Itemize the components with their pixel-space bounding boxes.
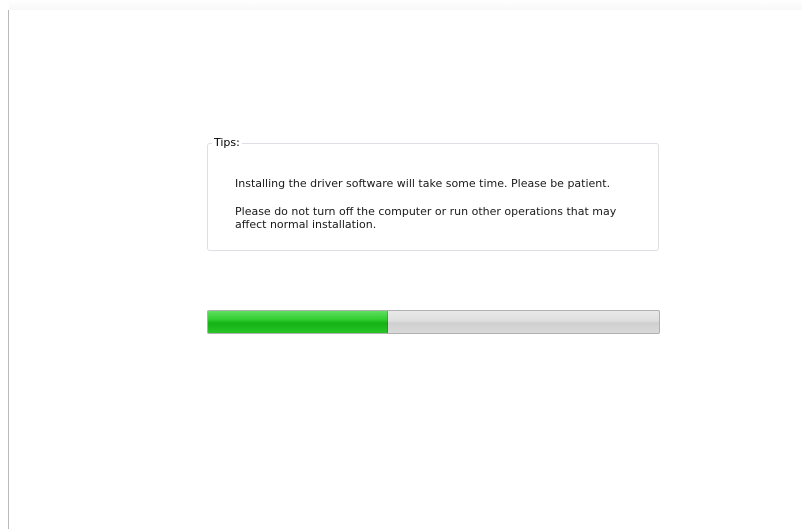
installer-window: Tips: Installing the driver software wil… [0,0,802,529]
install-progress-bar [207,310,660,334]
tips-legend: Tips: [212,136,242,150]
window-left-border [8,10,9,529]
tips-group: Tips: Installing the driver software wil… [207,136,659,251]
tips-text-warning: Please do not turn off the computer or r… [235,205,617,218]
tips-text-patience: Installing the driver software will take… [235,177,611,190]
install-progress-fill [208,311,389,333]
window-top-band [9,0,802,10]
tips-text-warning-cont: affect normal installation. [235,218,377,231]
